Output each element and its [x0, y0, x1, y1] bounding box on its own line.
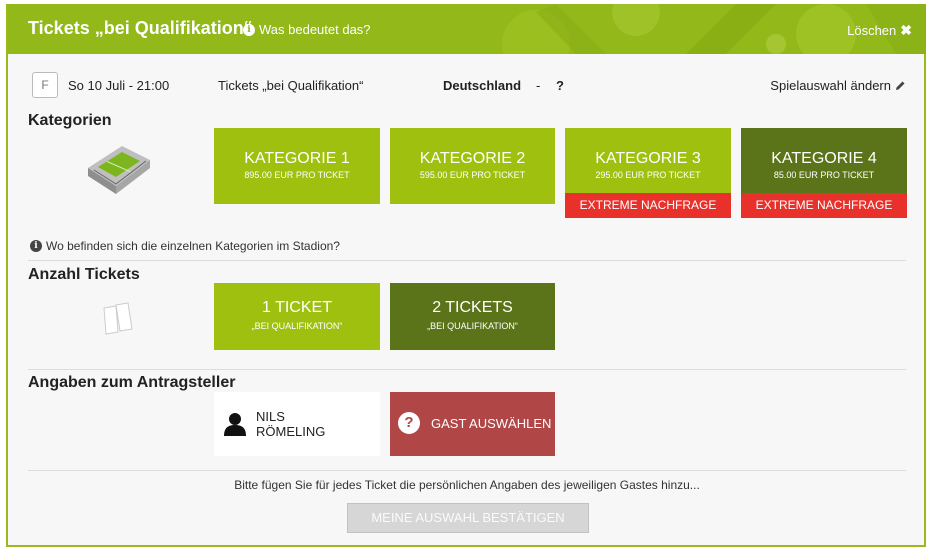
one-ticket-sub: „BEI QUALIFIKATION“	[251, 321, 343, 331]
categories-title: Kategorien	[28, 112, 112, 129]
divider	[28, 470, 906, 471]
match-row: F So 10 Juli - 21:00 Tickets „bei Qualif…	[8, 66, 926, 100]
info-icon: i	[30, 240, 42, 252]
match-team: Deutschland	[443, 78, 522, 93]
delete-label: Löschen	[847, 23, 897, 38]
category-3-label: KATEGORIE 3	[595, 150, 701, 167]
divider	[28, 260, 906, 261]
category-2-label: KATEGORIE 2	[419, 150, 526, 167]
user-icon	[224, 413, 246, 436]
match-ticket-type: Tickets „bei Qualifikation“	[218, 78, 364, 93]
match-separator: -	[536, 78, 541, 93]
select-guest-label: GAST AUSWÄHLEN	[431, 416, 552, 431]
applicant-name: NILS RÖMELING	[256, 409, 325, 439]
category-4-button[interactable]: KATEGORIE 4 85.00 EUR PRO TICKET EXTREME…	[741, 128, 907, 218]
pencil-icon	[896, 81, 905, 90]
match-opponent: ?	[556, 78, 564, 93]
change-match-link[interactable]: Spielauswahl ändern	[770, 78, 906, 93]
category-4-demand-badge: EXTREME NACHFRAGE	[741, 193, 907, 218]
two-tickets-button[interactable]: 2 TICKETS „BEI QUALIFIKATION“	[390, 283, 555, 350]
applicant-card[interactable]: NILS RÖMELING	[214, 392, 380, 456]
header-pattern	[502, 4, 926, 54]
match-date: So 10 Juli - 21:00	[68, 78, 170, 93]
two-tickets-sub: „BEI QUALIFIKATION“	[427, 321, 518, 331]
close-icon: ✖	[900, 22, 912, 38]
applicant-first-name: NILS	[256, 409, 285, 424]
category-1-button[interactable]: KATEGORIE 1 895.00 EUR PRO TICKET	[214, 128, 380, 204]
one-ticket-label: 1 TICKET	[262, 299, 332, 316]
panel-header: Tickets „bei Qualifikation“ i Was bedeut…	[8, 4, 926, 54]
category-3-price: 295.00 EUR PRO TICKET	[595, 170, 701, 180]
guest-info-note: Bitte fügen Sie für jedes Ticket die per…	[234, 478, 700, 492]
select-guest-button[interactable]: ? GAST AUSWÄHLEN	[390, 392, 555, 456]
info-link[interactable]: i Was bedeutet das?	[243, 22, 371, 37]
info-icon: i	[243, 23, 255, 36]
stadium-categories-label: Wo befinden sich die einzelnen Kategorie…	[46, 239, 340, 253]
ticket-panel: Tickets „bei Qualifikation“ i Was bedeut…	[6, 4, 926, 547]
category-2-button[interactable]: KATEGORIE 2 595.00 EUR PRO TICKET	[390, 128, 555, 204]
applicant-last-name: RÖMELING	[256, 424, 326, 439]
info-link-label: Was bedeutet das?	[259, 22, 371, 37]
confirm-selection-button[interactable]: MEINE AUSWAHL BESTÄTIGEN	[347, 503, 589, 533]
category-4-price: 85.00 EUR PRO TICKET	[773, 170, 875, 180]
group-badge: F	[32, 72, 58, 98]
tickets-title: Anzahl Tickets	[28, 266, 140, 283]
applicant-title: Angaben zum Antragsteller	[28, 374, 236, 391]
category-3-demand-badge: EXTREME NACHFRAGE	[565, 193, 731, 218]
category-1-price: 895.00 EUR PRO TICKET	[244, 170, 350, 180]
category-4-label: KATEGORIE 4	[771, 150, 877, 167]
stadium-icon	[88, 146, 150, 194]
delete-button[interactable]: Löschen ✖	[847, 22, 912, 39]
one-ticket-button[interactable]: 1 TICKET „BEI QUALIFIKATION“	[214, 283, 380, 350]
change-match-label: Spielauswahl ändern	[770, 78, 891, 93]
question-icon: ?	[398, 412, 420, 434]
tickets-icon	[103, 302, 133, 335]
category-3-button[interactable]: KATEGORIE 3 295.00 EUR PRO TICKET EXTREM…	[565, 128, 731, 218]
category-1-label: KATEGORIE 1	[244, 150, 350, 167]
stadium-categories-link[interactable]: i Wo befinden sich die einzelnen Kategor…	[30, 239, 340, 253]
category-2-price: 595.00 EUR PRO TICKET	[419, 170, 526, 180]
two-tickets-label: 2 TICKETS	[432, 299, 513, 316]
divider	[28, 369, 906, 370]
panel-title: Tickets „bei Qualifikation“	[28, 18, 253, 38]
